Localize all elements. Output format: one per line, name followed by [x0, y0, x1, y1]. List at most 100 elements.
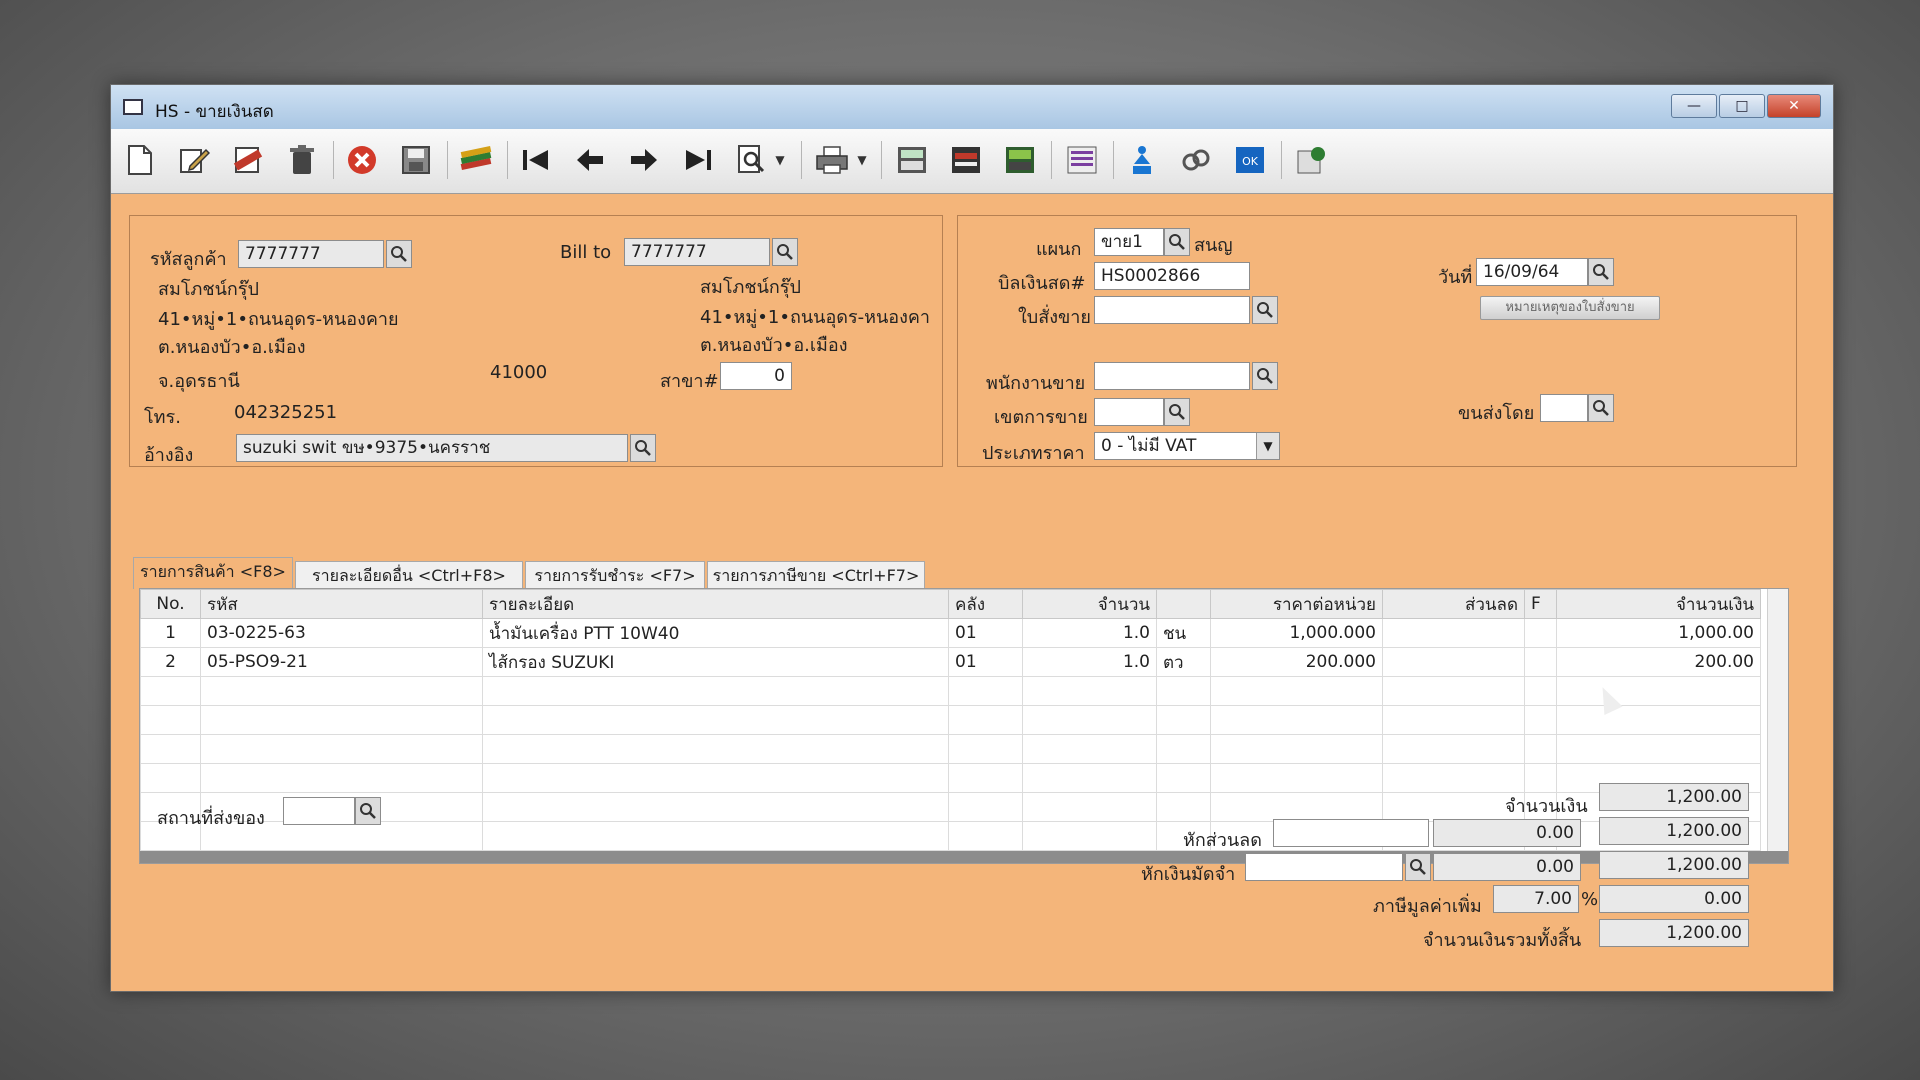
date-field[interactable]: 16/09/64 [1476, 258, 1588, 286]
reference-field[interactable]: suzuki swit ขษ•9375•นครราช [236, 434, 628, 462]
next-record-icon[interactable] [623, 139, 665, 181]
date-picker-icon[interactable] [1588, 258, 1614, 286]
bill-to-code-field[interactable]: 7777777 [624, 238, 770, 266]
find-dropdown-icon[interactable]: ▼ [773, 139, 787, 181]
prev-record-icon[interactable] [569, 139, 611, 181]
table-row[interactable] [140, 676, 1761, 706]
link-icon[interactable] [1175, 139, 1217, 181]
reference-search-icon[interactable] [630, 434, 656, 462]
cell-no[interactable]: 2 [140, 647, 201, 677]
new-doc-icon[interactable] [119, 139, 161, 181]
cell-unit[interactable]: ตว [1156, 647, 1211, 677]
books-icon[interactable] [455, 139, 497, 181]
cell-unit[interactable]: ชน [1156, 618, 1211, 648]
table-row[interactable] [140, 734, 1761, 764]
table-row[interactable]: 1 03-0225-63 น้ำมันเครื่อง PTT 10W40 01 … [140, 618, 1761, 648]
col-amount-header[interactable]: จำนวนเงิน [1556, 589, 1761, 619]
sales-order-search-icon[interactable] [1252, 296, 1278, 324]
col-quantity-header[interactable]: จำนวน [1022, 589, 1157, 619]
find-icon[interactable] [731, 139, 773, 181]
salesman-search-icon[interactable] [1252, 362, 1278, 390]
approve-icon[interactable] [1121, 139, 1163, 181]
col-unit-price-header[interactable]: ราคาต่อหน่วย [1210, 589, 1383, 619]
after-deposit-field: 1,200.00 [1599, 851, 1749, 879]
cell-discount[interactable] [1382, 647, 1525, 677]
col-discount-header[interactable]: ส่วนลด [1382, 589, 1525, 619]
ship-place-field[interactable] [283, 797, 355, 825]
customer-code-field[interactable]: 7777777 [238, 240, 384, 268]
close-button[interactable]: ✕ [1767, 94, 1821, 118]
sales-area-field[interactable] [1094, 398, 1164, 426]
cell-warehouse[interactable]: 01 [948, 618, 1023, 648]
tab-sales-tax[interactable]: รายการภาษีขาย <Ctrl+F7> [707, 561, 925, 589]
table-row[interactable] [140, 705, 1761, 735]
money-icon[interactable] [999, 139, 1041, 181]
bill-to-search-icon[interactable] [772, 238, 798, 266]
cancel-icon[interactable] [341, 139, 383, 181]
col-flag-header[interactable]: F [1524, 589, 1557, 619]
cell-amount[interactable]: 1,000.00 [1556, 618, 1761, 648]
cell-code[interactable]: 03-0225-63 [200, 618, 483, 648]
grid-vertical-scrollbar[interactable] [1767, 589, 1788, 863]
ship-by-field[interactable] [1540, 394, 1588, 422]
col-unit-header[interactable] [1156, 589, 1211, 619]
vat-percent-sign: % [1581, 889, 1599, 910]
tab-items[interactable]: รายการสินค้า <F8> [133, 557, 293, 589]
table-row[interactable] [140, 763, 1761, 793]
price-type-select[interactable]: 0 - ไม่มี VAT ▼ [1094, 432, 1280, 460]
last-record-icon[interactable] [677, 139, 719, 181]
print-dropdown-icon[interactable]: ▼ [855, 139, 869, 181]
order-note-button[interactable]: หมายเหตุของใบสั่งขาย [1480, 296, 1660, 320]
cell-amount[interactable]: 200.00 [1556, 647, 1761, 677]
bill-number-field[interactable]: HS0002866 [1094, 262, 1250, 290]
col-warehouse-header[interactable]: คลัง [948, 589, 1023, 619]
table-row[interactable]: 2 05-PSO9-21 ไส้กรอง SUZUKI 01 1.0 ตว 20… [140, 647, 1761, 677]
tab-payments[interactable]: รายการรับชำระ <F7> [525, 561, 705, 589]
cell-no[interactable]: 1 [140, 618, 201, 648]
chevron-down-icon[interactable]: ▼ [1256, 433, 1279, 459]
report-icon[interactable] [945, 139, 987, 181]
edit-icon[interactable] [173, 139, 215, 181]
deposit-input[interactable] [1245, 853, 1403, 881]
minimize-button[interactable]: — [1671, 94, 1717, 118]
print-icon[interactable] [811, 139, 853, 181]
cell-quantity[interactable]: 1.0 [1022, 647, 1157, 677]
cell-description[interactable]: น้ำมันเครื่อง PTT 10W40 [482, 618, 949, 648]
cell-warehouse[interactable]: 01 [948, 647, 1023, 677]
tab-other-details[interactable]: รายละเอียดอื่น <Ctrl+F8> [295, 561, 523, 589]
cell-unit-price[interactable]: 1,000.000 [1210, 618, 1383, 648]
salesman-field[interactable] [1094, 362, 1250, 390]
col-no-header[interactable]: No. [140, 589, 201, 619]
cell-description[interactable]: ไส้กรอง SUZUKI [482, 647, 949, 677]
list-icon[interactable] [1061, 139, 1103, 181]
department-field[interactable]: ขาย1 [1094, 228, 1164, 256]
cell-unit-price[interactable]: 200.000 [1210, 647, 1383, 677]
cash-sale-window: HS - ขายเงินสด — □ ✕ ▼ ▼ OK รหัสลูกค้า 7… [110, 84, 1834, 992]
discount-input[interactable] [1273, 819, 1429, 847]
save-icon[interactable] [395, 139, 437, 181]
deposit-search-icon[interactable] [1405, 853, 1431, 881]
cell-discount[interactable] [1382, 618, 1525, 648]
ok-icon[interactable]: OK [1229, 139, 1271, 181]
void-icon[interactable] [227, 139, 269, 181]
export-icon[interactable] [1291, 139, 1333, 181]
cell-quantity[interactable]: 1.0 [1022, 618, 1157, 648]
cell-flag[interactable] [1524, 618, 1557, 648]
department-search-icon[interactable] [1164, 228, 1190, 256]
cell-flag[interactable] [1524, 647, 1557, 677]
branch-field[interactable]: 0 [720, 362, 792, 390]
customer-search-icon[interactable] [386, 240, 412, 268]
col-description-header[interactable]: รายละเอียด [482, 589, 949, 619]
first-record-icon[interactable] [515, 139, 557, 181]
calc-icon[interactable] [891, 139, 933, 181]
ship-by-search-icon[interactable] [1588, 394, 1614, 422]
sales-area-search-icon[interactable] [1164, 398, 1190, 426]
col-code-header[interactable]: รหัส [200, 589, 483, 619]
maximize-button[interactable]: □ [1719, 94, 1765, 118]
vat-rate-field[interactable]: 7.00 [1493, 885, 1579, 913]
cell-code[interactable]: 05-PSO9-21 [200, 647, 483, 677]
delete-icon[interactable] [281, 139, 323, 181]
sales-order-label: ใบสั่งขาย [1018, 307, 1091, 328]
ship-place-search-icon[interactable] [355, 797, 381, 825]
sales-order-field[interactable] [1094, 296, 1250, 324]
